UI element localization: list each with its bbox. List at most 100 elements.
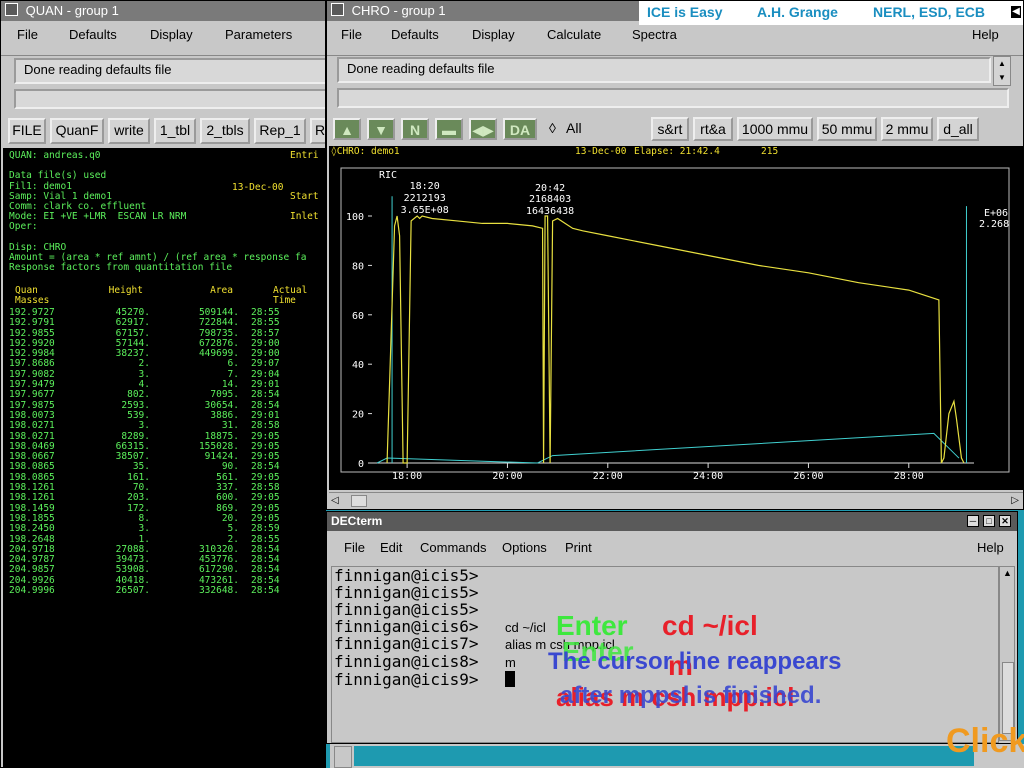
btn-s-rt[interactable]: s&rt	[651, 117, 689, 141]
all-label[interactable]: All	[566, 120, 582, 136]
report-header-right-line	[290, 161, 319, 171]
x-tick-label: 18:00	[392, 471, 422, 482]
report-header-line: Response factors from quantitation file	[9, 262, 233, 274]
btn-rt-a[interactable]: rt&a	[693, 117, 733, 141]
quan-titlebar[interactable]: QUAN - group 1	[1, 1, 325, 21]
decterm-menu-edit[interactable]: Edit	[380, 540, 402, 555]
decterm-menu-file[interactable]: File	[344, 540, 365, 555]
window-menu-icon[interactable]	[5, 3, 18, 16]
quan-report-right: Entri Start Inlet	[290, 150, 319, 222]
quan-btn-quanf[interactable]: QuanF	[50, 118, 104, 144]
quan-btn-write[interactable]: write	[108, 118, 150, 144]
table-cell: 5.	[227, 523, 239, 535]
peak1-scan: 2212193	[404, 193, 446, 204]
quan-btn-rep1[interactable]: Rep_1	[254, 118, 306, 144]
terminal-prompt: finnigan@icis8>	[334, 652, 479, 671]
chro-message-scroll[interactable]: ▲ ▼	[993, 56, 1011, 86]
chro-menu-spectra[interactable]: Spectra	[632, 27, 677, 42]
peak1-time: 18:20	[410, 181, 440, 192]
diamond-radio-icon[interactable]: ◊	[549, 120, 556, 136]
quan-results-table: Quan Masses Height Area Actual Time 192.9727…	[3, 285, 325, 597]
chro-menu-calculate[interactable]: Calculate	[547, 27, 601, 42]
table-cell: 28:54	[251, 585, 280, 597]
x-tick-label: 28:00	[894, 471, 924, 482]
y-tick-label: 60	[352, 311, 364, 322]
peak1-intensity: 3.65E+08	[401, 205, 449, 216]
zigzag-icon[interactable]: N	[401, 118, 429, 140]
chro-menu-help[interactable]: Help	[972, 27, 999, 42]
terminal-prompt: finnigan@icis7>	[334, 634, 479, 653]
table-cell: 38237.	[115, 348, 150, 360]
quan-btn-file[interactable]: FILE	[8, 118, 46, 144]
quan-menu-file[interactable]: File	[17, 27, 38, 42]
overlay-click[interactable]: Click	[946, 722, 1024, 761]
decterm-menu-help[interactable]: Help	[977, 540, 1004, 555]
quan-menu-defaults[interactable]: Defaults	[69, 27, 117, 42]
scroll-right-icon[interactable]: ▷	[1011, 495, 1019, 506]
terminal-vscrollbar[interactable]: ▲	[999, 566, 1015, 741]
quan-btn-r[interactable]: R	[310, 118, 325, 144]
table-cell: 198.2450	[9, 523, 55, 535]
chro-menu-defaults[interactable]: Defaults	[391, 27, 439, 42]
quan-btn-2tbls[interactable]: 2_tbls	[200, 118, 250, 144]
chromatogram-panel[interactable]: ◊CHRO: demo1 13-Dec-00 Elapse: 21:42.4 2…	[329, 146, 1023, 490]
taskbar-slot[interactable]	[334, 746, 352, 768]
peak2-scan: 2168403	[529, 194, 571, 205]
x-tick-label: 24:00	[693, 471, 723, 482]
scroll-up-icon[interactable]: ▲	[1003, 568, 1012, 578]
x-tick-label: 22:00	[593, 471, 623, 482]
chro-command-input[interactable]	[337, 88, 1009, 108]
minus-icon[interactable]: ▬	[435, 118, 463, 140]
table-cell: 449699.	[198, 348, 239, 360]
banner-text-2: A.H. Grange	[757, 4, 838, 20]
quan-command-input[interactable]	[14, 89, 325, 109]
x-tick-label: 26:00	[793, 471, 823, 482]
decterm-menu-commands[interactable]: Commands	[420, 540, 486, 555]
btn-50-mmu[interactable]: 50 mmu	[817, 117, 877, 141]
decterm-title: DECterm	[331, 514, 383, 528]
scale-exponent: E+06	[984, 208, 1008, 219]
expand-horizontal-icon[interactable]: ◀▶	[469, 118, 497, 140]
btn-2-mmu[interactable]: 2 mmu	[881, 117, 933, 141]
quan-btn-1tbl[interactable]: 1_tbl	[154, 118, 196, 144]
decterm-titlebar[interactable]: DECterm ─ □ ✕	[327, 512, 1017, 531]
overlay-note-1: The cursor line reappears	[548, 648, 842, 675]
report-header-right-line: Start	[290, 190, 319, 202]
table-cell: 539.	[127, 409, 150, 421]
quan-menu-display[interactable]: Display	[150, 27, 193, 42]
table-column-header: Height	[108, 285, 143, 296]
table-header-row: Quan Masses Height Area Actual Time	[3, 285, 325, 308]
btn-d-all[interactable]: d_all	[937, 117, 979, 141]
minimize-icon[interactable]: ─	[967, 515, 979, 527]
table-cell: 332648.	[198, 585, 239, 597]
terminal-command: cd ~/icl	[505, 620, 546, 635]
arrow-up-icon[interactable]: ▲	[333, 118, 361, 140]
chro-titlebar[interactable]: CHRO - group 1	[327, 1, 639, 21]
scroll-left-icon[interactable]: ◁	[331, 495, 339, 506]
arrow-down-icon[interactable]: ▼	[367, 118, 395, 140]
btn-1000-mmu[interactable]: 1000 mmu	[737, 117, 813, 141]
maximize-icon[interactable]: □	[983, 515, 995, 527]
decterm-menu-print[interactable]: Print	[565, 540, 592, 555]
terminal-cursor	[505, 671, 515, 687]
window-menu-icon[interactable]	[331, 3, 344, 16]
series-line-0	[386, 215, 965, 464]
scroll-thumb[interactable]	[351, 495, 367, 507]
report-header-line: QUAN: andreas.q0	[9, 150, 101, 161]
chro-hscrollbar[interactable]: ◁ ▷	[329, 492, 1023, 509]
report-header-right-line: Entri	[290, 150, 319, 161]
decterm-menu-options[interactable]: Options	[502, 540, 547, 555]
report-header-line: Oper:	[9, 221, 38, 233]
chromatogram-chart[interactable]: 0 20 40 60 80 100 18:00 20:00 22:00 24:00 26:00 28:…	[329, 146, 1023, 490]
da-button[interactable]: DA	[503, 118, 537, 140]
y-tick-label: 0	[358, 459, 364, 470]
table-cell: 28:59	[251, 523, 280, 535]
chro-menu-file[interactable]: File	[341, 27, 362, 42]
table-cell: 172.	[127, 502, 150, 514]
peak2-intensity: 16436438	[526, 206, 574, 217]
chevron-left-icon[interactable]: ◀	[1011, 6, 1021, 18]
chro-menu-display[interactable]: Display	[472, 27, 515, 42]
quan-menu-parameters[interactable]: Parameters	[225, 27, 292, 42]
y-tick-label: 80	[352, 261, 364, 272]
close-icon[interactable]: ✕	[999, 515, 1011, 527]
